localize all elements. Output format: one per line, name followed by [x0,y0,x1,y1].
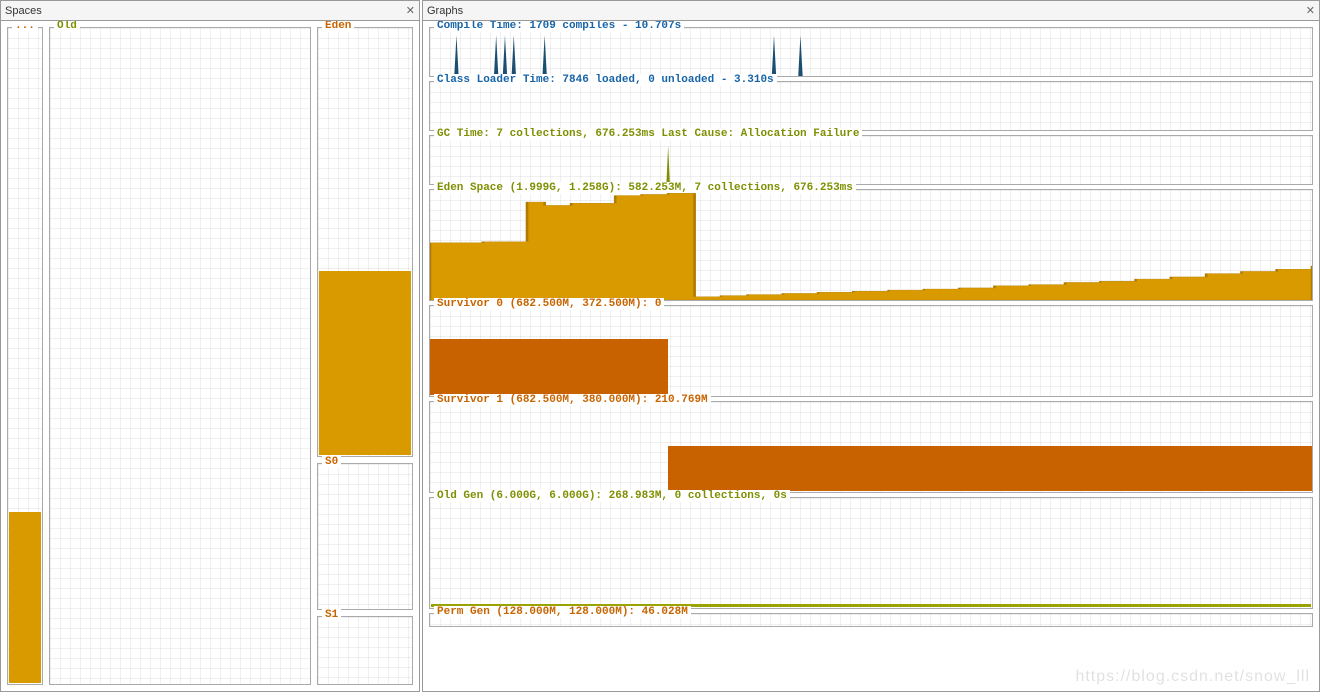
space-old-label: Old [54,21,80,32]
spaces-title: Spaces [5,5,406,17]
graph-s1-fill [668,446,1312,491]
spaces-body: ... Old Eden S0 [1,21,419,691]
spaces-titlebar: Spaces ✕ [1,1,419,21]
space-perm-fill [9,512,41,683]
graph-s0: Survivor 0 (682.500M, 372.500M): 0 [429,305,1313,397]
graph-s1: Survivor 1 (682.500M, 380.000M): 210.769… [429,401,1313,493]
graph-old: Old Gen (6.000G, 6.000G): 268.983M, 0 co… [429,497,1313,609]
graph-classloader: Class Loader Time: 7846 loaded, 0 unload… [429,81,1313,131]
space-eden: Eden [317,27,413,457]
graphs-title: Graphs [427,5,1306,17]
graph-gc: GC Time: 7 collections, 676.253ms Last C… [429,135,1313,185]
graphs-panel: Graphs ✕ Compile Time: 1709 compiles - 1… [422,0,1320,692]
space-s1-label: S1 [322,609,341,621]
graph-compile: Compile Time: 1709 compiles - 10.707s [429,27,1313,77]
graph-old-label: Old Gen (6.000G, 6.000G): 268.983M, 0 co… [434,490,790,502]
space-s1: S1 [317,616,413,685]
space-old: Old [49,27,311,685]
space-eden-label: Eden [322,21,354,32]
graph-s1-label: Survivor 1 (682.500M, 380.000M): 210.769… [434,394,711,406]
spaces-panel: Spaces ✕ ... Old Eden [0,0,420,692]
close-icon[interactable]: ✕ [406,4,415,17]
graph-eden: Eden Space (1.999G, 1.258G): 582.253M, 7… [429,189,1313,301]
space-perm: ... [7,27,43,685]
graph-s0-label: Survivor 0 (682.500M, 372.500M): 0 [434,298,664,310]
close-icon[interactable]: ✕ [1306,4,1315,17]
space-s0-label: S0 [322,456,341,468]
space-perm-label: ... [12,21,38,32]
graph-perm: Perm Gen (128.000M, 128.000M): 46.028M [429,613,1313,627]
graph-s0-fill [430,339,668,395]
graphs-titlebar: Graphs ✕ [423,1,1319,21]
graph-classloader-label: Class Loader Time: 7846 loaded, 0 unload… [434,74,777,86]
space-s0: S0 [317,463,413,610]
graphs-body: Compile Time: 1709 compiles - 10.707s Cl… [423,21,1319,691]
graph-perm-label: Perm Gen (128.000M, 128.000M): 46.028M [434,606,691,618]
space-eden-fill [319,271,411,455]
